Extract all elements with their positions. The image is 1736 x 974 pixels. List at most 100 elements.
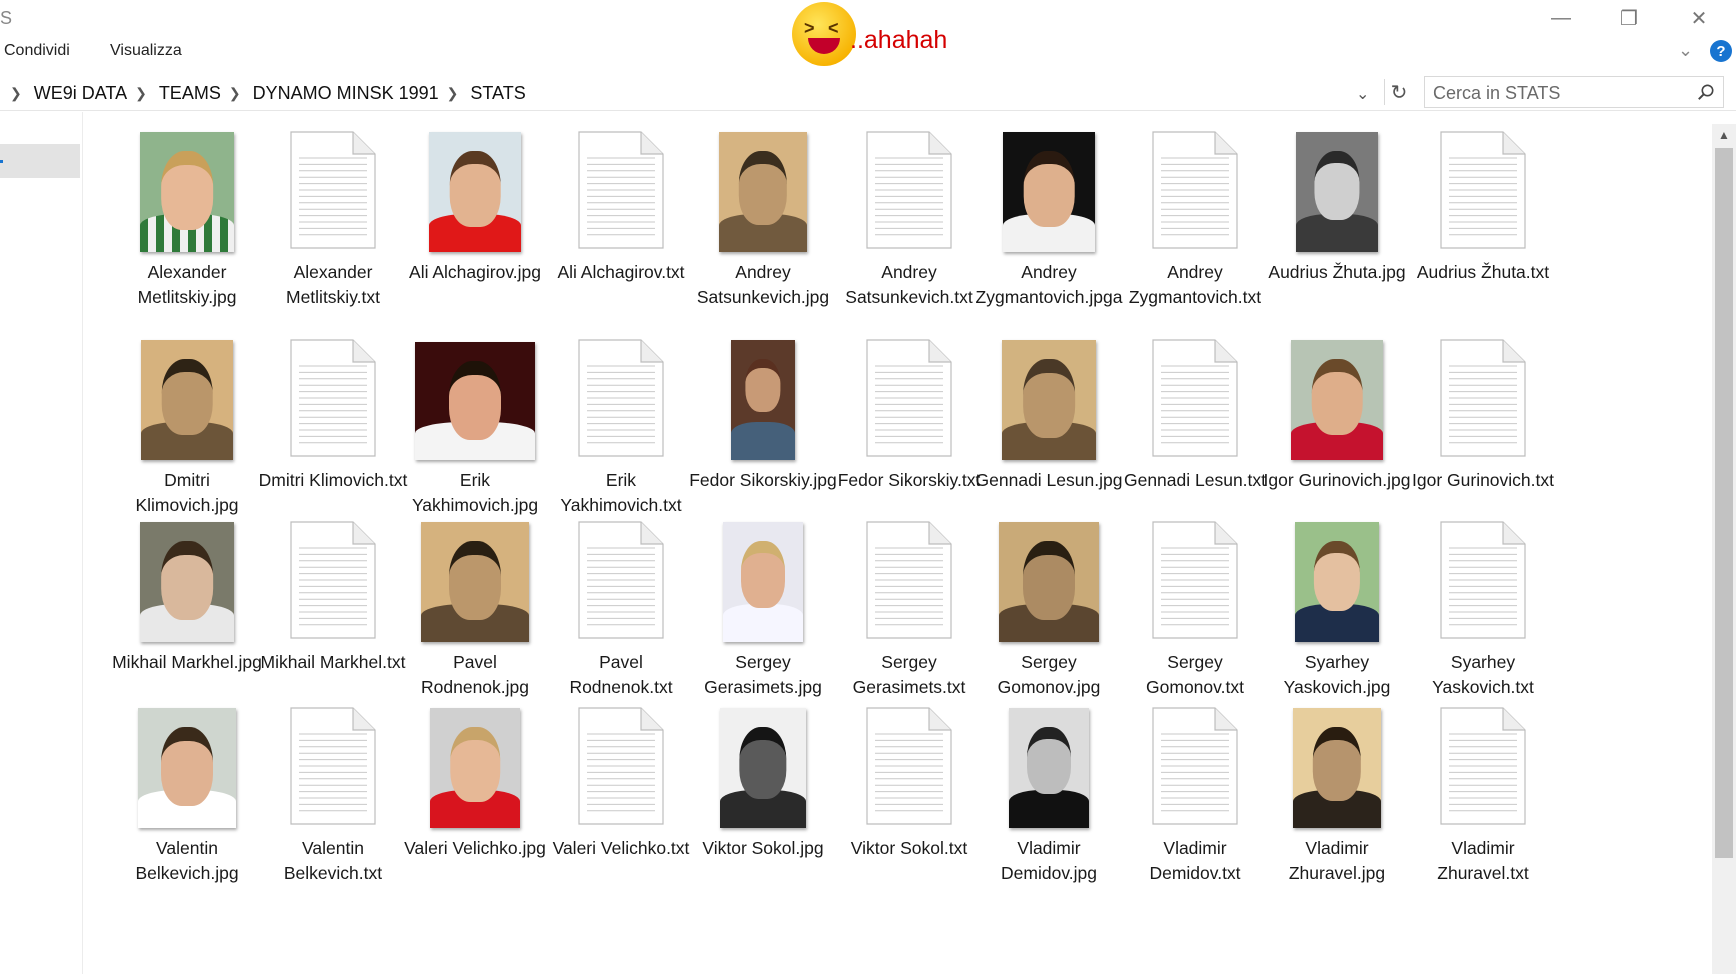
file-thumbnail[interactable] xyxy=(1408,112,1558,252)
file-thumbnail[interactable] xyxy=(258,112,408,252)
file-thumbnail[interactable] xyxy=(112,320,262,460)
file-item-image[interactable]: Dmitri Klimovich.jpg xyxy=(112,320,262,530)
file-item-text[interactable]: Andrey Satsunkevich.txt xyxy=(834,112,984,322)
text-document-icon[interactable] xyxy=(285,336,381,460)
file-item-text[interactable]: Igor Gurinovich.txt xyxy=(1408,320,1558,530)
photo-thumbnail-icon[interactable] xyxy=(720,708,806,828)
file-item-image[interactable]: Vladimir Demidov.jpg xyxy=(974,688,1124,898)
file-thumbnail[interactable] xyxy=(834,502,984,642)
file-name-label[interactable]: Andrey Satsunkevich.txt xyxy=(834,260,984,310)
text-document-icon[interactable] xyxy=(573,336,669,460)
photo-thumbnail-icon[interactable] xyxy=(1003,132,1095,252)
breadcrumb[interactable]: ❯ WE9i DATA ❯ TEAMS ❯ DYNAMO MINSK 1991 … xyxy=(4,80,526,106)
file-thumbnail[interactable] xyxy=(546,320,696,460)
photo-thumbnail-icon[interactable] xyxy=(141,340,233,460)
file-thumbnail[interactable] xyxy=(1408,320,1558,460)
text-document-icon[interactable] xyxy=(285,128,381,252)
file-item-image[interactable]: Igor Gurinovich.jpg xyxy=(1262,320,1412,530)
search-input[interactable] xyxy=(1431,81,1685,105)
photo-thumbnail-icon[interactable] xyxy=(1293,708,1381,828)
restore-button[interactable]: ❐ xyxy=(1598,0,1660,36)
file-thumbnail[interactable] xyxy=(546,688,696,828)
file-thumbnail[interactable] xyxy=(834,320,984,460)
breadcrumb-item[interactable]: STATS xyxy=(470,83,525,104)
file-name-label[interactable]: Fedor Sikorskiy.txt xyxy=(834,468,984,493)
file-item-text[interactable]: Audrius Žhuta.txt xyxy=(1408,112,1558,322)
file-thumbnail[interactable] xyxy=(1262,502,1412,642)
file-name-label[interactable]: Viktor Sokol.txt xyxy=(834,836,984,861)
file-name-label[interactable]: Vladimir Zhuravel.txt xyxy=(1408,836,1558,886)
chevron-right-icon[interactable]: ❯ xyxy=(447,85,459,102)
photo-thumbnail-icon[interactable] xyxy=(429,132,521,252)
file-thumbnail[interactable] xyxy=(400,688,550,828)
file-thumbnail[interactable] xyxy=(974,320,1124,460)
file-name-label[interactable]: Dmitri Klimovich.txt xyxy=(258,468,408,493)
file-thumbnail[interactable] xyxy=(688,112,838,252)
file-thumbnail[interactable] xyxy=(1120,320,1270,460)
file-name-label[interactable]: Alexander Metlitskiy.jpg xyxy=(112,260,262,310)
photo-thumbnail-icon[interactable] xyxy=(719,132,807,252)
file-item-image[interactable]: Andrey Satsunkevich.jpg xyxy=(688,112,838,322)
file-item-text[interactable]: Ali Alchagirov.txt xyxy=(546,112,696,322)
file-item-text[interactable]: Sergey Gerasimets.txt xyxy=(834,502,984,712)
file-item-image[interactable]: Mikhail Markhel.jpg xyxy=(112,502,262,712)
file-item-image[interactable]: Vladimir Zhuravel.jpg xyxy=(1262,688,1412,898)
file-item-text[interactable]: Vladimir Zhuravel.txt xyxy=(1408,688,1558,898)
text-document-icon[interactable] xyxy=(1435,128,1531,252)
text-document-icon[interactable] xyxy=(573,704,669,828)
refresh-button[interactable]: ↻ xyxy=(1384,79,1413,105)
file-thumbnail[interactable] xyxy=(1408,502,1558,642)
file-thumbnail[interactable] xyxy=(400,320,550,460)
text-document-icon[interactable] xyxy=(573,518,669,642)
file-name-label[interactable]: Valentin Belkevich.txt xyxy=(258,836,408,886)
file-item-text[interactable]: Vladimir Demidov.txt xyxy=(1120,688,1270,898)
file-item-image[interactable]: Pavel Rodnenok.jpg xyxy=(400,502,550,712)
file-item-text[interactable]: Dmitri Klimovich.txt xyxy=(258,320,408,530)
file-name-label[interactable]: Fedor Sikorskiy.jpg xyxy=(688,468,838,493)
photo-thumbnail-icon[interactable] xyxy=(999,522,1099,642)
file-name-label[interactable]: Valeri Velichko.txt xyxy=(546,836,696,861)
file-thumbnail[interactable] xyxy=(258,688,408,828)
file-name-label[interactable]: Vladimir Zhuravel.jpg xyxy=(1262,836,1412,886)
breadcrumb-item[interactable]: WE9i DATA xyxy=(34,83,127,104)
photo-thumbnail-icon[interactable] xyxy=(138,708,236,828)
file-name-label[interactable]: Andrey Zygmantovich.txt xyxy=(1120,260,1270,310)
photo-thumbnail-icon[interactable] xyxy=(723,522,803,642)
file-item-text[interactable]: Syarhey Yaskovich.txt xyxy=(1408,502,1558,712)
text-document-icon[interactable] xyxy=(861,336,957,460)
file-item-text[interactable]: Alexander Metlitskiy.txt xyxy=(258,112,408,322)
text-document-icon[interactable] xyxy=(1147,704,1243,828)
text-document-icon[interactable] xyxy=(1435,518,1531,642)
file-name-label[interactable]: Gennadi Lesun.jpg xyxy=(974,468,1124,493)
file-item-image[interactable]: Andrey Zygmantovich.jpg​a xyxy=(974,112,1124,322)
file-name-label[interactable]: Viktor Sokol.jpg xyxy=(688,836,838,861)
file-item-text[interactable]: Valentin Belkevich.txt xyxy=(258,688,408,898)
text-document-icon[interactable] xyxy=(1147,518,1243,642)
text-document-icon[interactable] xyxy=(861,704,957,828)
file-thumbnail[interactable] xyxy=(688,320,838,460)
file-thumbnail[interactable] xyxy=(1262,112,1412,252)
file-item-text[interactable]: Mikhail Markhel.txt xyxy=(258,502,408,712)
file-item-image[interactable]: Fedor Sikorskiy.jpg xyxy=(688,320,838,530)
ribbon-expand-icon[interactable]: ⌄ xyxy=(1678,40,1693,61)
address-history-dropdown-icon[interactable]: ⌄ xyxy=(1356,84,1369,104)
vertical-scrollbar[interactable]: ▲ xyxy=(1712,124,1736,974)
text-document-icon[interactable] xyxy=(861,518,957,642)
file-thumbnail[interactable] xyxy=(974,502,1124,642)
file-name-label[interactable]: Mikhail Markhel.txt xyxy=(258,650,408,675)
file-name-label[interactable]: Igor Gurinovich.txt xyxy=(1408,468,1558,493)
file-name-label[interactable]: Igor Gurinovich.jpg xyxy=(1262,468,1412,493)
file-thumbnail[interactable] xyxy=(112,502,262,642)
file-item-text[interactable]: Viktor Sokol.txt xyxy=(834,688,984,898)
photo-thumbnail-icon[interactable] xyxy=(421,522,529,642)
scroll-thumb[interactable] xyxy=(1715,148,1733,858)
text-document-icon[interactable] xyxy=(1435,336,1531,460)
file-item-image[interactable]: Valeri Velichko.jpg xyxy=(400,688,550,898)
file-thumbnail[interactable] xyxy=(112,688,262,828)
file-item-text[interactable]: Sergey Gomonov.txt xyxy=(1120,502,1270,712)
file-item-text[interactable]: Gennadi Lesun.txt xyxy=(1120,320,1270,530)
file-name-label[interactable]: Valeri Velichko.jpg xyxy=(400,836,550,861)
chevron-right-icon[interactable]: ❯ xyxy=(135,85,147,102)
file-name-label[interactable]: Vladimir Demidov.txt xyxy=(1120,836,1270,886)
file-thumbnail[interactable] xyxy=(1120,112,1270,252)
